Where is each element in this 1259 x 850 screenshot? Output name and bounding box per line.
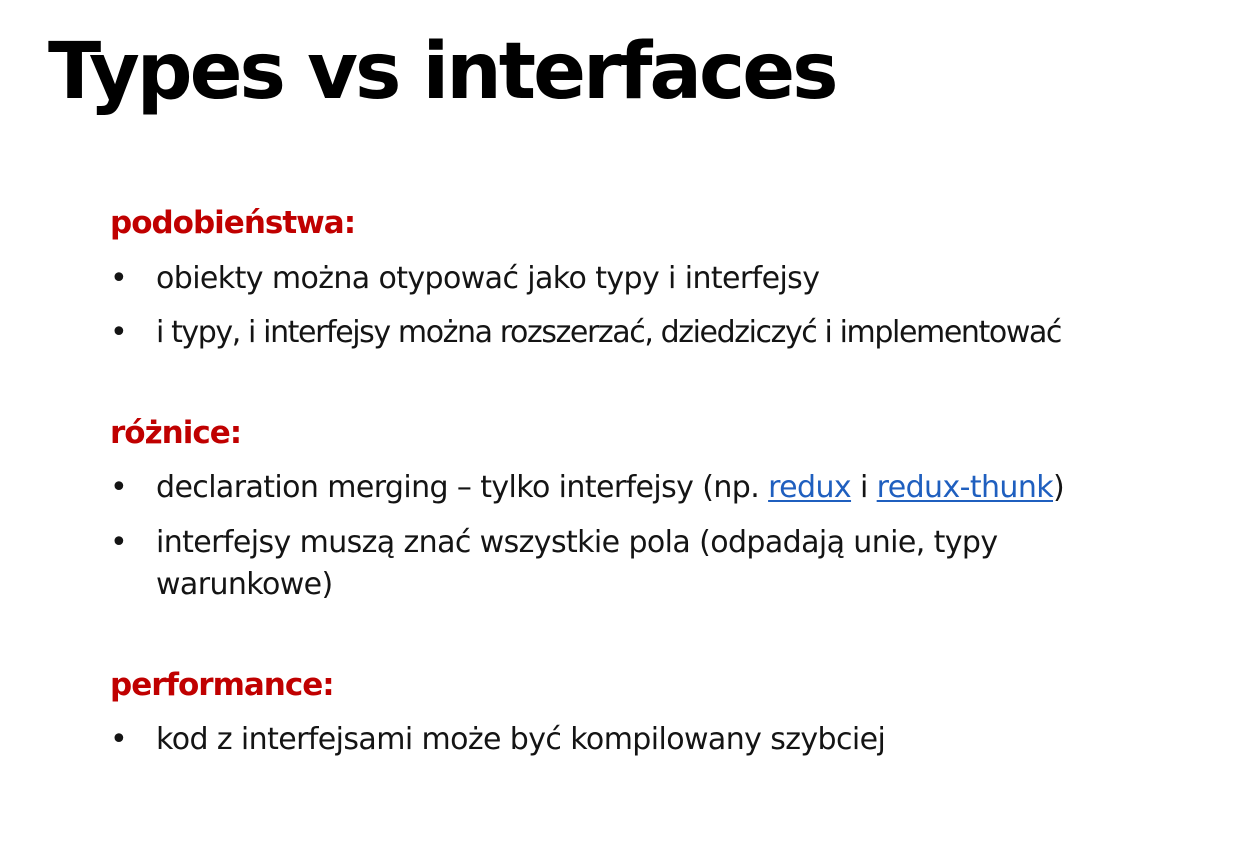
list-item-text: interfejsy muszą znać wszystkie pola (od… — [156, 525, 998, 602]
redux-thunk-link[interactable]: redux-thunk — [877, 470, 1054, 505]
list-item: • declaration merging – tylko interfejsy… — [110, 467, 1250, 509]
section-heading-similarities: podobieństwa: — [110, 205, 356, 241]
bullet-icon: • — [110, 722, 128, 757]
list-item-text: i typy, i interfejsy można rozszerzać, d… — [156, 315, 1062, 350]
list-item-text-before: declaration merging – tylko interfejsy (… — [156, 470, 769, 505]
list-item-text-after: ) — [1053, 470, 1065, 505]
section-heading-performance: performance: — [110, 667, 335, 703]
list-item-text: kod z interfejsami może być kompilowany … — [156, 722, 886, 757]
list-item-text: declaration merging – tylko interfejsy (… — [156, 467, 1250, 509]
section-heading-differences: różnice: — [110, 415, 242, 451]
list-item: • i typy, i interfejsy można rozszerzać,… — [110, 312, 1250, 354]
redux-link[interactable]: redux — [768, 470, 852, 505]
bullet-icon: • — [110, 470, 128, 505]
bullet-icon: • — [110, 525, 128, 560]
slide-title: Types vs interfaces — [48, 27, 839, 117]
list-item: • interfejsy muszą znać wszystkie pola (… — [110, 522, 1150, 606]
list-item: • obiekty można otypować jako typy i int… — [110, 258, 1250, 300]
list-item: • kod z interfejsami może być kompilowan… — [110, 719, 1250, 761]
bullet-icon: • — [110, 315, 128, 350]
list-item-text-between: i — [851, 470, 877, 505]
list-item-text: obiekty można otypować jako typy i inter… — [156, 261, 820, 296]
bullet-icon: • — [110, 261, 128, 296]
